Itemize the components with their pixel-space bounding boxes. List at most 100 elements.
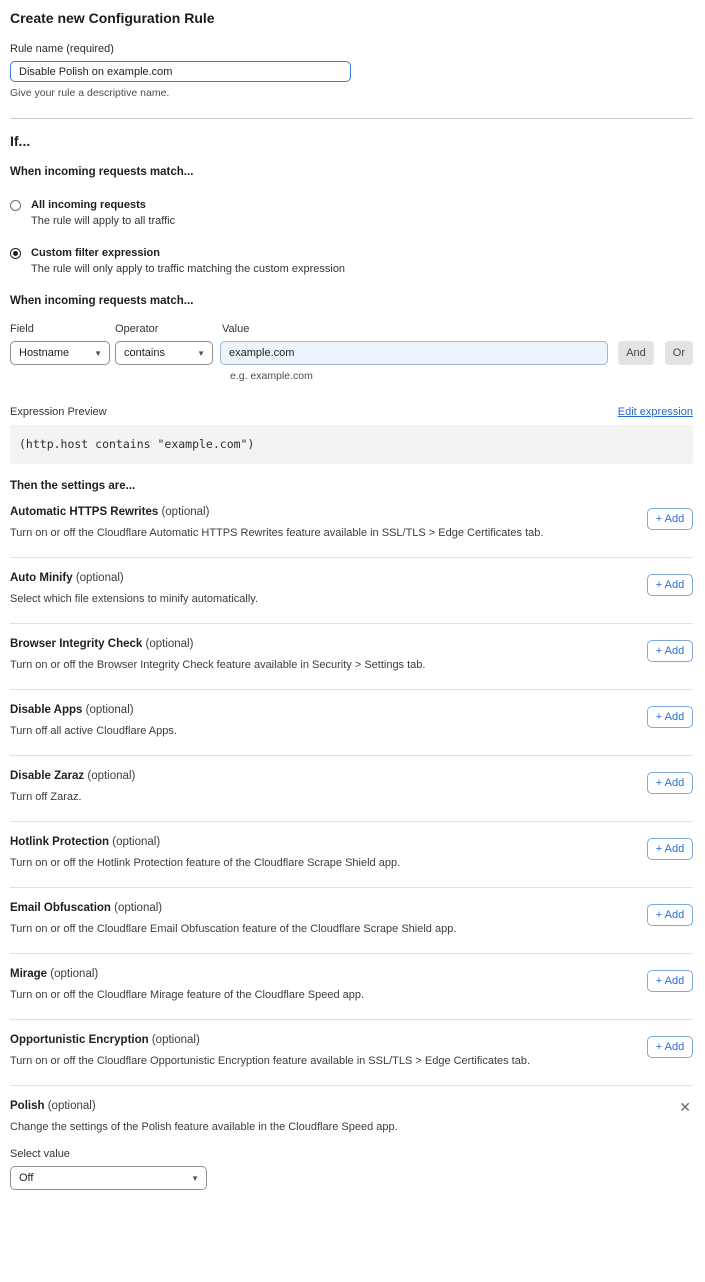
value-label: Value xyxy=(222,323,249,335)
value-input[interactable] xyxy=(220,341,608,365)
and-button[interactable]: And xyxy=(618,341,654,365)
polish-title: Polish (optional) xyxy=(10,1100,693,1112)
setting-optional-tag: (optional) xyxy=(161,506,209,518)
setting-name: Disable Apps xyxy=(10,704,82,716)
setting-item: Hotlink Protection (optional) Turn on or… xyxy=(10,822,693,869)
setting-name: Automatic HTTPS Rewrites xyxy=(10,506,158,518)
edit-expression-link[interactable]: Edit expression xyxy=(618,406,693,418)
setting-title: Automatic HTTPS Rewrites (optional) xyxy=(10,506,693,518)
polish-name: Polish xyxy=(10,1100,45,1112)
expression-code-block: (http.host contains "example.com") xyxy=(10,425,693,464)
field-select-value: Hostname xyxy=(19,347,69,359)
setting-optional-tag: (optional) xyxy=(50,968,98,980)
setting-title: Email Obfuscation (optional) xyxy=(10,902,693,914)
setting-name: Mirage xyxy=(10,968,47,980)
setting-description: Turn on or off the Browser Integrity Che… xyxy=(10,659,570,671)
radio-option[interactable]: Custom filter expression The rule will o… xyxy=(10,247,693,275)
setting-optional-tag: (optional) xyxy=(112,836,160,848)
add-button[interactable]: + Add xyxy=(647,574,693,596)
setting-title: Auto Minify (optional) xyxy=(10,572,693,584)
rule-name-label: Rule name (required) xyxy=(10,43,693,55)
setting-description: Turn on or off the Hotlink Protection fe… xyxy=(10,857,570,869)
setting-optional-tag: (optional) xyxy=(87,770,135,782)
setting-title: Hotlink Protection (optional) xyxy=(10,836,693,848)
setting-description: Turn on or off the Cloudflare Automatic … xyxy=(10,527,570,539)
radio-option-label: All incoming requests xyxy=(31,199,175,211)
operator-select[interactable]: contains ▼ xyxy=(115,341,213,365)
setting-description: Select which file extensions to minify a… xyxy=(10,593,570,605)
setting-title: Opportunistic Encryption (optional) xyxy=(10,1034,693,1046)
add-button[interactable]: + Add xyxy=(647,508,693,530)
setting-description: Turn on or off the Cloudflare Email Obfu… xyxy=(10,923,570,935)
operator-select-value: contains xyxy=(124,347,165,359)
add-button[interactable]: + Add xyxy=(647,970,693,992)
setting-item: Disable Zaraz (optional) Turn off Zaraz.… xyxy=(10,756,693,803)
setting-item: Auto Minify (optional) Select which file… xyxy=(10,558,693,605)
setting-description: Turn on or off the Cloudflare Opportunis… xyxy=(10,1055,570,1067)
chevron-down-icon: ▼ xyxy=(197,349,205,358)
setting-optional-tag: (optional) xyxy=(152,1034,200,1046)
polish-optional-tag: (optional) xyxy=(48,1100,96,1112)
expression-preview-label: Expression Preview xyxy=(10,406,107,418)
add-button[interactable]: + Add xyxy=(647,904,693,926)
rule-name-helper: Give your rule a descriptive name. xyxy=(10,87,693,99)
field-select[interactable]: Hostname ▼ xyxy=(10,341,110,365)
setting-title: Disable Zaraz (optional) xyxy=(10,770,693,782)
setting-item: Email Obfuscation (optional) Turn on or … xyxy=(10,888,693,935)
setting-description: Turn off Zaraz. xyxy=(10,791,570,803)
setting-name: Browser Integrity Check xyxy=(10,638,142,650)
setting-item: Mirage (optional) Turn on or off the Clo… xyxy=(10,954,693,1001)
radio-option[interactable]: All incoming requests The rule will appl… xyxy=(10,199,693,227)
matcher-labels-row: Field Operator Value xyxy=(10,323,693,335)
setting-item: Automatic HTTPS Rewrites (optional) Turn… xyxy=(10,492,693,539)
radio-icon[interactable] xyxy=(10,248,21,259)
setting-description: Turn on or off the Cloudflare Mirage fea… xyxy=(10,989,570,1001)
matcher-heading: When incoming requests match... xyxy=(10,295,693,307)
add-button[interactable]: + Add xyxy=(647,706,693,728)
polish-select-label: Select value xyxy=(10,1148,693,1160)
settings-heading: Then the settings are... xyxy=(10,480,693,492)
setting-item: Disable Apps (optional) Turn off all act… xyxy=(10,690,693,737)
or-button[interactable]: Or xyxy=(665,341,693,365)
setting-name: Disable Zaraz xyxy=(10,770,84,782)
setting-name: Email Obfuscation xyxy=(10,902,111,914)
incoming-requests-subheading: When incoming requests match... xyxy=(10,166,693,178)
add-button[interactable]: + Add xyxy=(647,772,693,794)
page-title: Create new Configuration Rule xyxy=(10,10,693,26)
radio-option-label: Custom filter expression xyxy=(31,247,345,259)
setting-optional-tag: (optional) xyxy=(86,704,134,716)
rule-name-input[interactable] xyxy=(10,61,351,82)
expression-preview-row: Expression Preview Edit expression xyxy=(10,406,693,418)
chevron-down-icon: ▼ xyxy=(191,1174,199,1183)
add-button[interactable]: + Add xyxy=(647,640,693,662)
value-helper: e.g. example.com xyxy=(230,370,693,382)
section-divider xyxy=(10,118,693,119)
setting-optional-tag: (optional) xyxy=(146,638,194,650)
incoming-requests-radio-group: All incoming requests The rule will appl… xyxy=(10,199,693,275)
setting-title: Browser Integrity Check (optional) xyxy=(10,638,693,650)
setting-title: Mirage (optional) xyxy=(10,968,693,980)
field-label: Field xyxy=(10,323,115,335)
setting-name: Auto Minify xyxy=(10,572,73,584)
polish-description: Change the settings of the Polish featur… xyxy=(10,1121,570,1133)
polish-value-select[interactable]: Off ▼ xyxy=(10,1166,207,1190)
setting-item: Browser Integrity Check (optional) Turn … xyxy=(10,624,693,671)
setting-name: Hotlink Protection xyxy=(10,836,109,848)
close-icon[interactable]: ✕ xyxy=(679,1100,691,1114)
setting-optional-tag: (optional) xyxy=(114,902,162,914)
matcher-controls-row: Hostname ▼ contains ▼ And Or xyxy=(10,341,693,365)
radio-option-description: The rule will apply to all traffic xyxy=(31,215,175,227)
setting-description: Turn off all active Cloudflare Apps. xyxy=(10,725,570,737)
settings-list: Automatic HTTPS Rewrites (optional) Turn… xyxy=(10,492,693,1086)
chevron-down-icon: ▼ xyxy=(94,349,102,358)
setting-name: Opportunistic Encryption xyxy=(10,1034,149,1046)
setting-optional-tag: (optional) xyxy=(76,572,124,584)
setting-title: Disable Apps (optional) xyxy=(10,704,693,716)
radio-icon[interactable] xyxy=(10,200,21,211)
if-heading: If... xyxy=(10,133,693,149)
polish-setting-item: Polish (optional) ✕ Change the settings … xyxy=(10,1086,693,1190)
polish-select-value: Off xyxy=(19,1172,33,1184)
add-button[interactable]: + Add xyxy=(647,838,693,860)
add-button[interactable]: + Add xyxy=(647,1036,693,1058)
operator-label: Operator xyxy=(115,323,222,335)
